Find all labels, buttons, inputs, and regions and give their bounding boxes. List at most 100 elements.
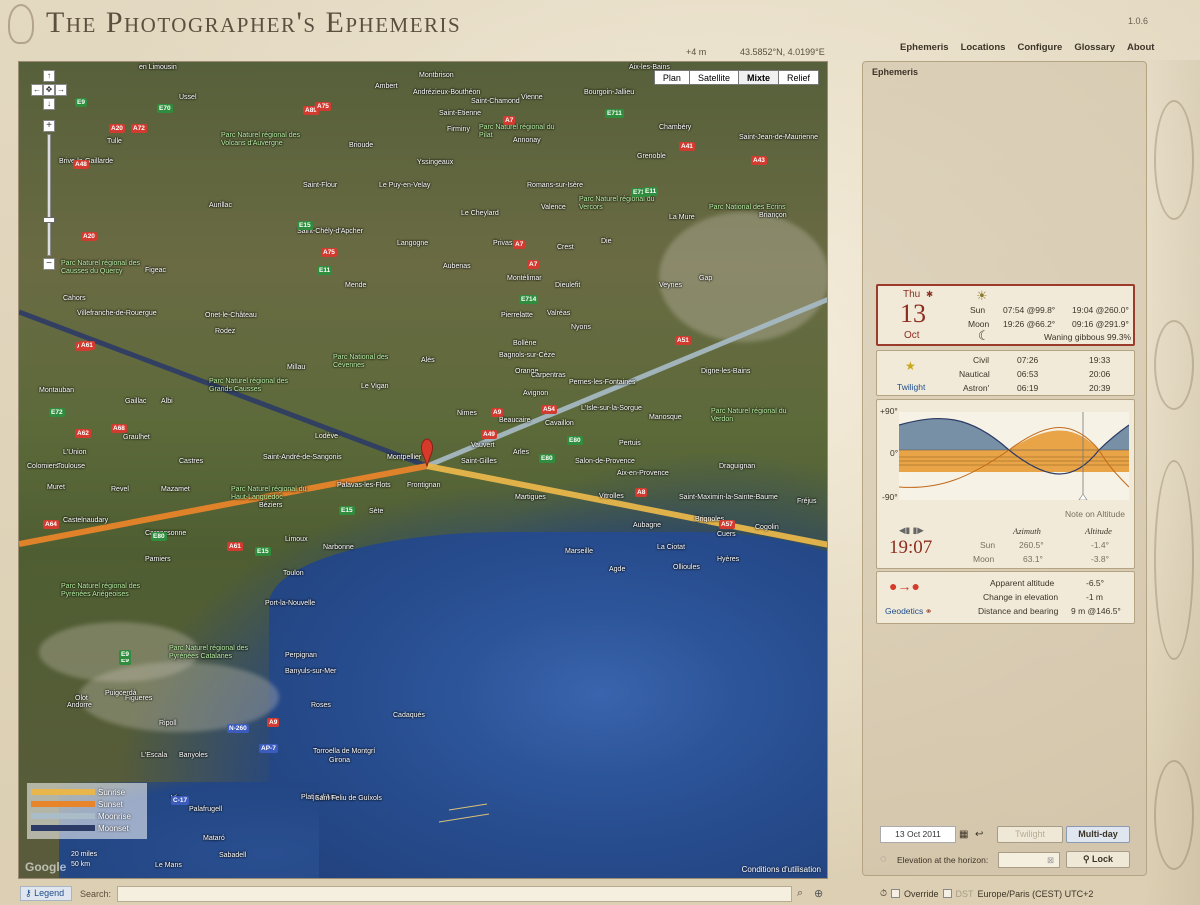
- map-place-label: L'Escala: [141, 752, 168, 759]
- road-badge: A62: [75, 429, 91, 438]
- date-input[interactable]: 13 Oct 2011: [880, 826, 956, 843]
- twilight-button[interactable]: Twilight: [997, 826, 1063, 843]
- map-place-label: Millau: [287, 364, 306, 371]
- elevation-radio-icon[interactable]: ◌: [880, 853, 887, 865]
- map-place-label: Mataró: [203, 835, 225, 842]
- zoom-out-button[interactable]: −: [43, 258, 55, 270]
- target-icon[interactable]: ⊕: [814, 887, 823, 900]
- map-place-label: Palafrugell: [189, 806, 223, 813]
- override-checkbox[interactable]: [891, 889, 901, 898]
- map-place-label: Bollène: [513, 340, 537, 347]
- zoom-in-button[interactable]: +: [43, 120, 55, 132]
- map-place-label: Firminy: [447, 126, 470, 133]
- pan-right-button[interactable]: →: [55, 84, 67, 96]
- map-place-label: Roses: [311, 702, 331, 709]
- map-scale: 20 miles 50 km: [71, 851, 98, 868]
- day-number[interactable]: 13: [900, 299, 926, 329]
- zoom-slider-knob[interactable]: [43, 217, 55, 223]
- map-place-label: Vauvert: [471, 442, 495, 449]
- geodetics-label: Geodetics: [885, 606, 924, 616]
- map-place-label: Cadaqués: [393, 712, 425, 719]
- nav-ephemeris[interactable]: Ephemeris: [894, 42, 955, 53]
- map-place-label: Ussel: [179, 94, 197, 101]
- pan-down-button[interactable]: ↓: [43, 98, 55, 110]
- park-label: Parc Naturel régional des Causses du Que…: [61, 260, 140, 275]
- legend-moonset: Moonset: [31, 822, 143, 834]
- map-place-label: Le Puy-en-Velay: [379, 182, 431, 189]
- lock-button[interactable]: ⚲ Lock: [1066, 851, 1130, 868]
- map-place-label: Tulle: [107, 138, 122, 145]
- park-label: Parc Naturel régional du Verdon: [711, 408, 787, 423]
- road-badge: A9: [491, 408, 504, 417]
- map-place-label: Pertuis: [619, 440, 641, 447]
- calendar-icon[interactable]: ▦: [959, 829, 968, 840]
- map-place-label: Grenoble: [637, 153, 666, 160]
- map-place-label: Saint-Chamond: [471, 98, 520, 105]
- terms-link[interactable]: Conditions d'utilisation: [742, 865, 821, 874]
- map-type-satellite[interactable]: Satellite: [688, 70, 739, 85]
- map-place-label: Montauban: [39, 387, 75, 394]
- road-badge: A61: [79, 341, 95, 350]
- nav-locations[interactable]: Locations: [955, 42, 1012, 53]
- map-place-label: Agde: [609, 566, 626, 573]
- elevation-readout: +4 m: [686, 47, 707, 57]
- legend-toggle-button[interactable]: ⚷ Legend: [20, 886, 72, 901]
- map-place-label: Valence: [541, 204, 566, 211]
- clear-elevation-icon[interactable]: ⊠: [1047, 855, 1054, 866]
- road-badge: A8: [635, 488, 648, 497]
- map-type-mixte[interactable]: Mixte: [737, 70, 779, 85]
- road-badge: A57: [719, 520, 735, 529]
- google-logo[interactable]: Google: [25, 860, 66, 874]
- map-place-label: Mazamet: [161, 486, 190, 493]
- search-icon[interactable]: ⌕: [797, 887, 803, 900]
- zoom-slider[interactable]: [43, 134, 55, 256]
- map-place-label: Palavas-les-Flots: [337, 482, 391, 489]
- map-place-label: Sant Feliu de Guíxols: [315, 795, 382, 802]
- road-badge: A51: [675, 336, 691, 345]
- map-place-label: Saint-Gilles: [461, 458, 497, 465]
- reset-date-icon[interactable]: ↩: [975, 829, 983, 840]
- road-badge: A72: [131, 124, 147, 133]
- pan-up-button[interactable]: ↑: [43, 70, 55, 82]
- date-card: Thu ✱ 13 Oct ☀ ☾ Sun 07:54 @99.8° 19:04 …: [876, 284, 1135, 346]
- road-badge: E11: [643, 187, 659, 196]
- map-type-plan[interactable]: Plan: [653, 70, 690, 85]
- dst-checkbox[interactable]: [942, 889, 952, 898]
- nav-configure[interactable]: Configure: [1011, 42, 1068, 53]
- altitude-note-link[interactable]: Note on Altitude: [1065, 509, 1125, 519]
- map-place-label: Béziers: [259, 502, 283, 509]
- map-view[interactable]: en Limousin Montbrison Aix-les-Bains Ussel A…: [18, 61, 828, 879]
- map-place-label: Andrézieux-Bouthéon: [413, 89, 481, 96]
- month-name: Oct: [904, 330, 920, 341]
- map-place-label: Crest: [557, 244, 574, 251]
- map-place-label: Veynes: [659, 282, 682, 289]
- current-time[interactable]: 19:07: [889, 537, 932, 559]
- map-place-label: Nyons: [571, 324, 591, 331]
- multi-day-button[interactable]: Multi-day: [1066, 826, 1130, 843]
- altitude-chart-card: +90° 0° -90° Note on Altitude ◀▮ ▮▶ 19:0…: [876, 399, 1135, 569]
- pan-left-button[interactable]: ←: [31, 84, 43, 96]
- map-place-label: Rodez: [215, 328, 236, 335]
- nav-about[interactable]: About: [1121, 42, 1160, 53]
- road-badge: E711: [605, 109, 624, 118]
- map-place-label: Chambéry: [659, 124, 692, 131]
- park-label: Parc Naturel régional du Vercors: [579, 196, 655, 211]
- pan-center-button[interactable]: ✥: [43, 84, 55, 96]
- step-back-icon[interactable]: ◀▮ ▮▶: [899, 525, 924, 536]
- map-place-label: Vitrolles: [599, 493, 624, 500]
- altitude-chart[interactable]: [899, 412, 1129, 500]
- legend-sunset: Sunset: [31, 798, 143, 810]
- map-place-label: Romans-sur-Isère: [527, 182, 584, 189]
- road-badge: A75: [321, 248, 337, 257]
- nav-glossary[interactable]: Glossary: [1068, 42, 1121, 53]
- map-place-label: Brioude: [349, 142, 374, 149]
- road-badge: A7: [503, 116, 516, 125]
- search-input[interactable]: [117, 886, 792, 902]
- road-badge: E15: [297, 221, 313, 230]
- binoculars-icon[interactable]: ⚭: [925, 606, 932, 617]
- map-place-label: Colomiers: [27, 463, 59, 470]
- map-place-label: Graulhet: [123, 434, 150, 441]
- map-place-label: Valréas: [547, 310, 571, 317]
- road-badge: E70: [157, 104, 173, 113]
- map-type-relief[interactable]: Relief: [777, 70, 819, 85]
